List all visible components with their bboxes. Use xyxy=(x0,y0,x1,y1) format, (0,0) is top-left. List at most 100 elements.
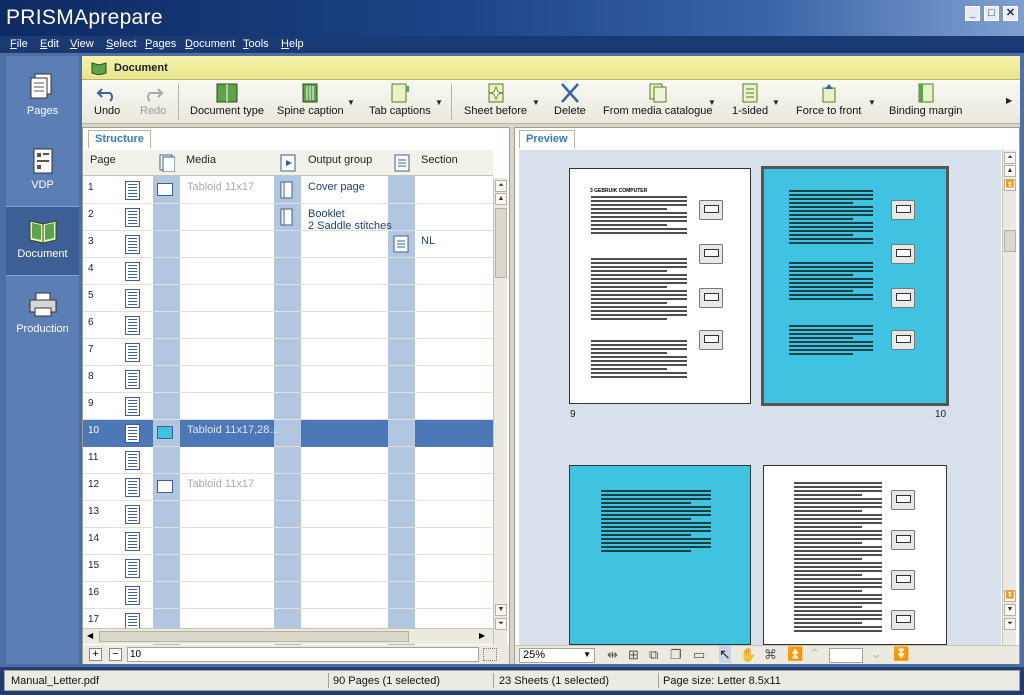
table-row[interactable]: 15 xyxy=(83,555,493,582)
table-row[interactable]: 16 xyxy=(83,582,493,609)
undo-button[interactable]: Undo xyxy=(94,83,120,117)
text-line xyxy=(794,606,862,608)
scroll-bottom-icon[interactable]: ⏷ xyxy=(495,618,507,630)
media-catalogue-dropdown-icon[interactable]: ▼ xyxy=(708,98,716,107)
page-column-header[interactable]: Page xyxy=(90,154,116,166)
preview-page-down-icon[interactable]: ⏬ xyxy=(1004,590,1016,602)
table-row[interactable]: 6 xyxy=(83,312,493,339)
maximize-button[interactable]: □ xyxy=(984,6,999,21)
pointer-tool-icon[interactable]: ↖ xyxy=(719,646,731,663)
preview-scroll-top-icon[interactable]: ⏶ xyxy=(1004,152,1016,164)
last-page-icon[interactable]: ⏬ xyxy=(893,646,909,662)
text-line xyxy=(794,602,882,604)
page-edit-icon[interactable]: ⌘ xyxy=(764,647,777,663)
table-row[interactable]: 5 xyxy=(83,285,493,312)
redo-button[interactable]: Redo xyxy=(140,83,166,117)
two-pages-icon[interactable]: ⧉ xyxy=(649,647,658,663)
nav-document[interactable]: Document xyxy=(6,206,79,276)
table-row[interactable]: 9 xyxy=(83,393,493,420)
nav-production[interactable]: Production xyxy=(6,282,79,352)
scroll-down-icon[interactable]: ▼ xyxy=(495,604,507,616)
first-page-icon[interactable]: ⏫ xyxy=(787,646,803,662)
preview-scroll-bottom-icon[interactable]: ⏷ xyxy=(1004,618,1016,630)
thumbnail-icon[interactable]: ▭ xyxy=(693,647,705,663)
document-type-icon xyxy=(216,83,238,103)
media-column-header[interactable]: Media xyxy=(186,154,216,166)
force-to-front-dropdown-icon[interactable]: ▼ xyxy=(868,98,876,107)
preview-scroll-up-icon[interactable]: ▲ xyxy=(1004,165,1016,177)
menu-pages[interactable]: Pages xyxy=(145,38,176,50)
tab-captions-dropdown-icon[interactable]: ▼ xyxy=(435,98,443,107)
nav-pages[interactable]: Pages xyxy=(6,64,79,134)
table-row[interactable]: 3 NL xyxy=(83,231,493,258)
section-column-header[interactable]: Section xyxy=(421,154,458,166)
scroll-left-icon[interactable]: ◀ xyxy=(87,631,93,640)
menu-tools[interactable]: Tools xyxy=(243,38,269,50)
table-row[interactable]: 2 Booklet 2 Saddle stitches xyxy=(83,204,493,232)
preview-scroll-thumb[interactable] xyxy=(1004,230,1016,252)
structure-horizontal-scrollbar[interactable]: ◀ ▶ xyxy=(83,628,493,644)
sided-dropdown-icon[interactable]: ▼ xyxy=(772,98,780,107)
preview-page-up-icon[interactable]: ⏫ xyxy=(1004,179,1016,191)
sheet-before-dropdown-icon[interactable]: ▼ xyxy=(532,98,540,107)
menu-help[interactable]: Help xyxy=(281,38,304,50)
menu-file[interactable]: File xyxy=(10,38,28,50)
page-number: 3 xyxy=(88,236,94,247)
preview-vertical-scrollbar[interactable]: ⏶ ▲ ⏫ ⏬ ▼ ⏷ xyxy=(1002,150,1016,645)
fit-page-icon[interactable]: ⊞ xyxy=(628,647,639,663)
table-row[interactable]: 7 xyxy=(83,339,493,366)
menu-view[interactable]: View xyxy=(70,38,94,50)
close-button[interactable]: ✕ xyxy=(1003,6,1018,21)
table-row[interactable]: 4 xyxy=(83,258,493,285)
nav-vdp[interactable]: VDP xyxy=(6,138,79,208)
table-row[interactable]: 8 xyxy=(83,366,493,393)
output-group-column-header[interactable]: Output group xyxy=(308,154,372,166)
delete-button[interactable]: Delete xyxy=(554,83,586,117)
tab-captions-button[interactable]: Tab captions xyxy=(369,83,431,117)
from-media-catalogue-button[interactable]: From media catalogue xyxy=(603,83,712,117)
menu-document[interactable]: Document xyxy=(185,38,235,50)
horizontal-scroll-thumb[interactable] xyxy=(99,631,409,642)
table-row[interactable]: 1 Tabloid 11x17 Cover page xyxy=(83,177,493,204)
page-search-input[interactable] xyxy=(127,647,479,662)
grid-layout-icon[interactable] xyxy=(483,648,497,661)
zoom-select[interactable]: 25% ▼ xyxy=(519,648,595,663)
preview-page-11[interactable] xyxy=(569,465,751,645)
binding-margin-button[interactable]: Binding margin xyxy=(889,83,962,117)
minimize-button[interactable]: _ xyxy=(965,6,980,21)
next-page-icon[interactable]: ⌄ xyxy=(871,646,882,662)
spine-caption-dropdown-icon[interactable]: ▼ xyxy=(347,98,355,107)
previous-page-icon[interactable]: ⌃ xyxy=(809,646,820,662)
text-line xyxy=(601,530,711,532)
table-row[interactable]: 14 xyxy=(83,528,493,555)
spine-caption-button[interactable]: Spine caption xyxy=(277,83,344,117)
hand-tool-icon[interactable]: ✋ xyxy=(740,647,756,663)
text-line xyxy=(789,214,873,216)
table-row[interactable]: 13 xyxy=(83,501,493,528)
scroll-thumb[interactable] xyxy=(495,208,507,278)
scroll-right-icon[interactable]: ▶ xyxy=(479,631,485,640)
collapse-all-button[interactable]: − xyxy=(109,648,122,661)
sheet-before-button[interactable]: Sheet before xyxy=(464,83,527,117)
table-row[interactable]: 10 Tabloid 11x17,28... xyxy=(83,420,493,447)
table-row[interactable]: 12 Tabloid 11x17 xyxy=(83,474,493,501)
preview-scroll-down-icon[interactable]: ▼ xyxy=(1004,604,1016,616)
page-number-input[interactable] xyxy=(829,648,863,663)
expand-all-button[interactable]: + xyxy=(89,648,102,661)
structure-vertical-scrollbar[interactable]: ⏶ ▲ ▼ ⏷ xyxy=(493,178,507,645)
device-illustration xyxy=(891,490,915,510)
scroll-top-icon[interactable]: ⏶ xyxy=(495,180,507,192)
table-row[interactable]: 11 xyxy=(83,447,493,474)
tab-structure[interactable]: Structure xyxy=(88,130,151,148)
menu-edit[interactable]: Edit xyxy=(40,38,59,50)
force-to-front-button[interactable]: Force to front xyxy=(796,83,861,117)
tab-preview[interactable]: Preview xyxy=(519,130,575,148)
one-sided-button[interactable]: 1-sided xyxy=(732,83,768,117)
fit-width-icon[interactable]: ⇹ xyxy=(607,647,618,663)
status-bar-inner: Manual_Letter.pdf 90 Pages (1 selected) … xyxy=(4,670,1020,691)
copy-page-icon[interactable]: ❐ xyxy=(670,647,682,663)
toolbar-overflow-icon[interactable]: ▶ xyxy=(1006,96,1012,105)
menu-select[interactable]: Select xyxy=(106,38,137,50)
scroll-up-icon[interactable]: ▲ xyxy=(495,193,507,205)
document-type-button[interactable]: Document type xyxy=(190,83,264,117)
